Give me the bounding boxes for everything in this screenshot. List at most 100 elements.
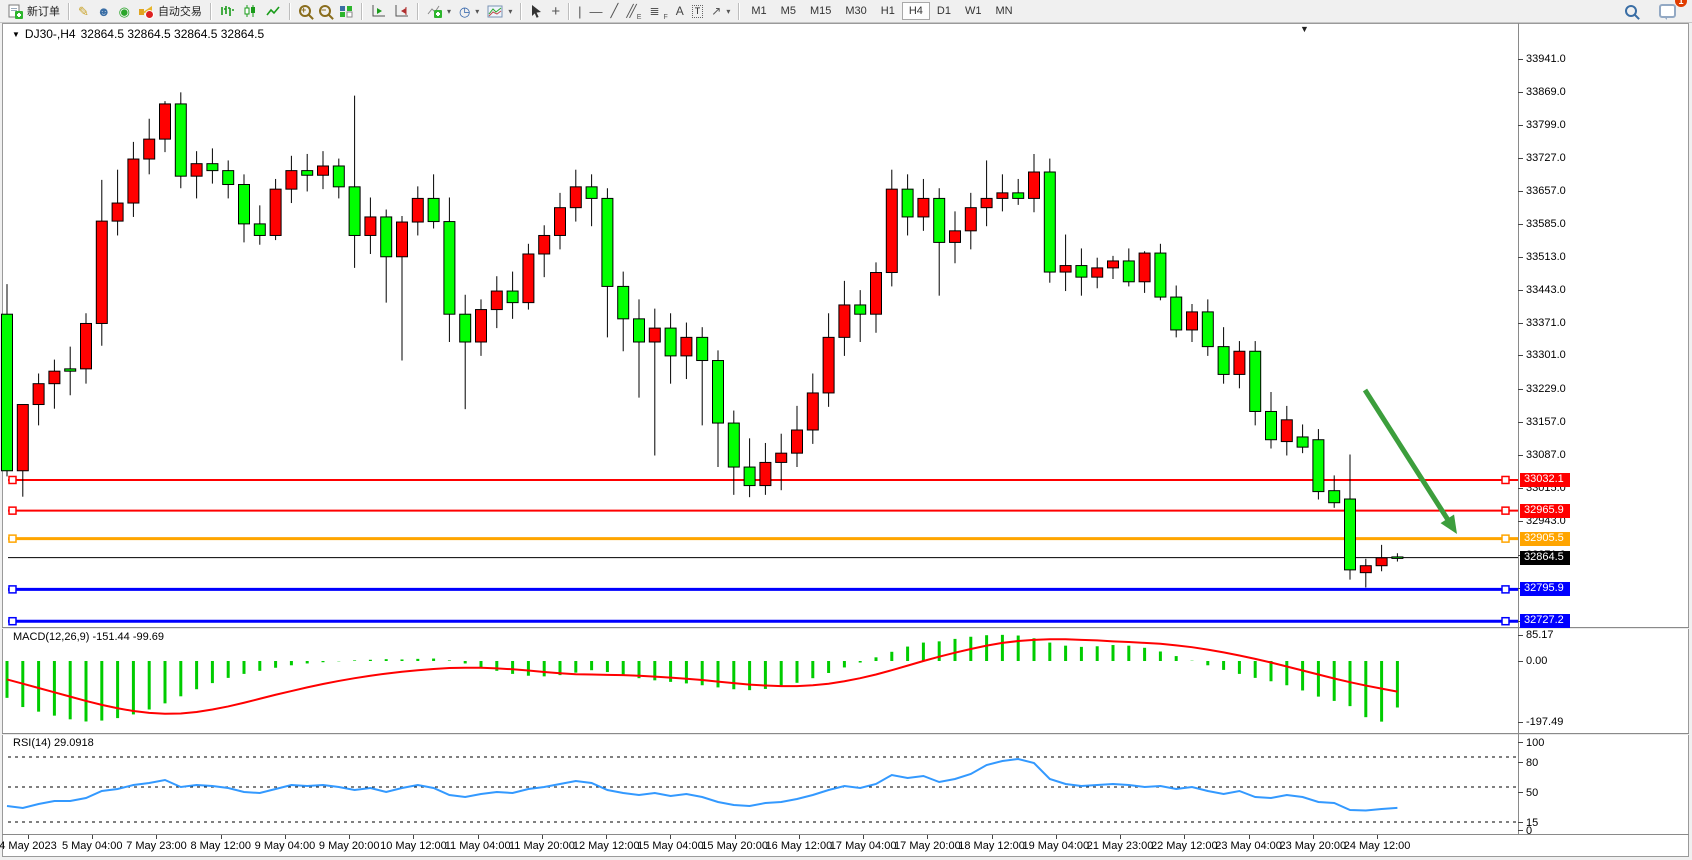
line-handle[interactable] <box>1502 476 1509 483</box>
line-handle[interactable] <box>1502 586 1509 593</box>
candle <box>649 309 660 456</box>
candle <box>1044 159 1055 283</box>
candle <box>349 96 360 268</box>
line-handle[interactable] <box>1502 507 1509 514</box>
timeframe-button-w1[interactable]: W1 <box>958 2 989 20</box>
zoom-in-icon: + <box>299 5 311 17</box>
indicators-button[interactable]: ▾ <box>423 1 455 21</box>
signals-button[interactable]: ◉ <box>115 1 134 21</box>
chart-shift-marker-icon[interactable]: ▼ <box>1300 24 1309 34</box>
candle <box>871 262 882 332</box>
candle <box>444 197 455 342</box>
candle <box>239 174 250 242</box>
tile-windows-icon <box>339 5 353 18</box>
candlestick-button[interactable] <box>239 1 262 21</box>
candle <box>381 210 392 303</box>
candle <box>207 148 218 183</box>
fibonacci-tool-button[interactable]: ≣F <box>645 1 671 21</box>
price-axis-tick-label: 33585.0 <box>1526 218 1566 230</box>
rsi-axis-tick <box>1518 742 1523 743</box>
timeframe-button-m1[interactable]: M1 <box>744 2 773 20</box>
label-tool-button[interactable]: T <box>688 1 708 21</box>
channel-tool-button[interactable]: ╱╱E <box>622 1 645 21</box>
chart-ohlc-values: 32864.5 32864.5 32864.5 32864.5 <box>81 27 265 41</box>
candle <box>460 295 471 409</box>
candle <box>586 174 597 226</box>
candle <box>302 154 313 192</box>
price-axis-tick <box>1518 521 1523 522</box>
candle <box>128 142 139 217</box>
bar-chart-button[interactable] <box>216 1 239 21</box>
price-axis-tick <box>1518 488 1523 489</box>
text-tool-icon: A <box>676 4 684 18</box>
candle <box>634 299 645 397</box>
candle <box>618 272 629 352</box>
zoom-out-button[interactable]: − <box>315 1 335 21</box>
timeframe-button-h1[interactable]: H1 <box>874 2 902 20</box>
candle <box>902 174 913 235</box>
autotrading-button[interactable]: 自动交易 <box>134 1 206 21</box>
chat-button[interactable]: 1 <box>1655 1 1680 21</box>
zoom-in-button[interactable]: + <box>295 1 315 21</box>
vertical-line-tool-button[interactable]: | <box>574 1 585 21</box>
line-handle[interactable] <box>9 476 16 483</box>
candle <box>792 406 803 467</box>
divider <box>417 3 419 20</box>
text-tool-button[interactable]: A <box>672 1 688 21</box>
macd-axis-label: -197.49 <box>1526 716 1563 728</box>
line-chart-button[interactable] <box>262 1 285 21</box>
time-axis-tick <box>156 835 157 839</box>
new-order-button[interactable]: 新订单 <box>4 1 64 21</box>
arrows-tool-button[interactable]: ↗▾ <box>707 1 734 21</box>
line-handle[interactable] <box>1502 618 1509 625</box>
hline-price-label: 33032.1 <box>1520 473 1570 487</box>
cursor-tool-button[interactable] <box>526 1 547 21</box>
line-handle[interactable] <box>9 535 16 542</box>
timeframe-button-d1[interactable]: D1 <box>930 2 958 20</box>
candle <box>144 119 155 175</box>
candle <box>1139 251 1150 293</box>
candle <box>981 160 992 226</box>
price-pane[interactable] <box>8 40 1518 628</box>
price-axis-tick-label: 33869.0 <box>1526 86 1566 98</box>
search-button[interactable] <box>1621 1 1641 21</box>
price-axis-tick <box>1518 257 1523 258</box>
line-handle[interactable] <box>9 507 16 514</box>
new-order-label: 新订单 <box>27 3 60 19</box>
timeframe-button-h4[interactable]: H4 <box>902 2 930 20</box>
candle <box>1297 424 1308 453</box>
time-axis-tick <box>1056 835 1057 839</box>
channel-icon-sub: E <box>637 14 642 21</box>
price-axis-tick <box>1518 191 1523 192</box>
timeframe-button-m30[interactable]: M30 <box>838 2 873 20</box>
line-handle[interactable] <box>9 618 16 625</box>
collapse-icon[interactable]: ▼ <box>12 30 20 39</box>
metaeditor-button[interactable]: ✎ <box>74 1 93 21</box>
candle <box>160 101 171 152</box>
line-handle[interactable] <box>9 586 16 593</box>
dropdown-caret-icon: ▾ <box>447 7 451 16</box>
trendline-tool-button[interactable]: ╱ <box>606 1 622 21</box>
chart-shift-button[interactable] <box>390 1 413 21</box>
templates-button[interactable]: ▾ <box>483 1 516 21</box>
auto-scroll-button[interactable] <box>367 1 390 21</box>
timeframe-button-m15[interactable]: M15 <box>803 2 838 20</box>
hline-price-label: 32795.9 <box>1520 582 1570 596</box>
line-handle[interactable] <box>1502 535 1509 542</box>
price-axis-tick-label: 33371.0 <box>1526 317 1566 329</box>
macd-pane[interactable] <box>8 629 1518 732</box>
candle <box>270 179 281 240</box>
candle <box>507 272 518 319</box>
hline-price-label: 32727.2 <box>1520 614 1570 628</box>
timeframe-button-mn[interactable]: MN <box>988 2 1019 20</box>
price-axis-tick-label: 33727.0 <box>1526 152 1566 164</box>
periods-button[interactable]: ◷▾ <box>455 1 483 21</box>
chart-shift-icon <box>394 4 409 18</box>
horizontal-line-tool-button[interactable]: — <box>585 1 606 21</box>
tile-windows-button[interactable] <box>335 1 357 21</box>
rsi-pane[interactable] <box>8 735 1518 833</box>
timeframe-button-m5[interactable]: M5 <box>774 2 803 20</box>
arrow-annotation[interactable] <box>1365 390 1457 534</box>
crosshair-tool-button[interactable]: + <box>547 1 564 21</box>
support-button[interactable]: ☻ <box>93 1 115 21</box>
